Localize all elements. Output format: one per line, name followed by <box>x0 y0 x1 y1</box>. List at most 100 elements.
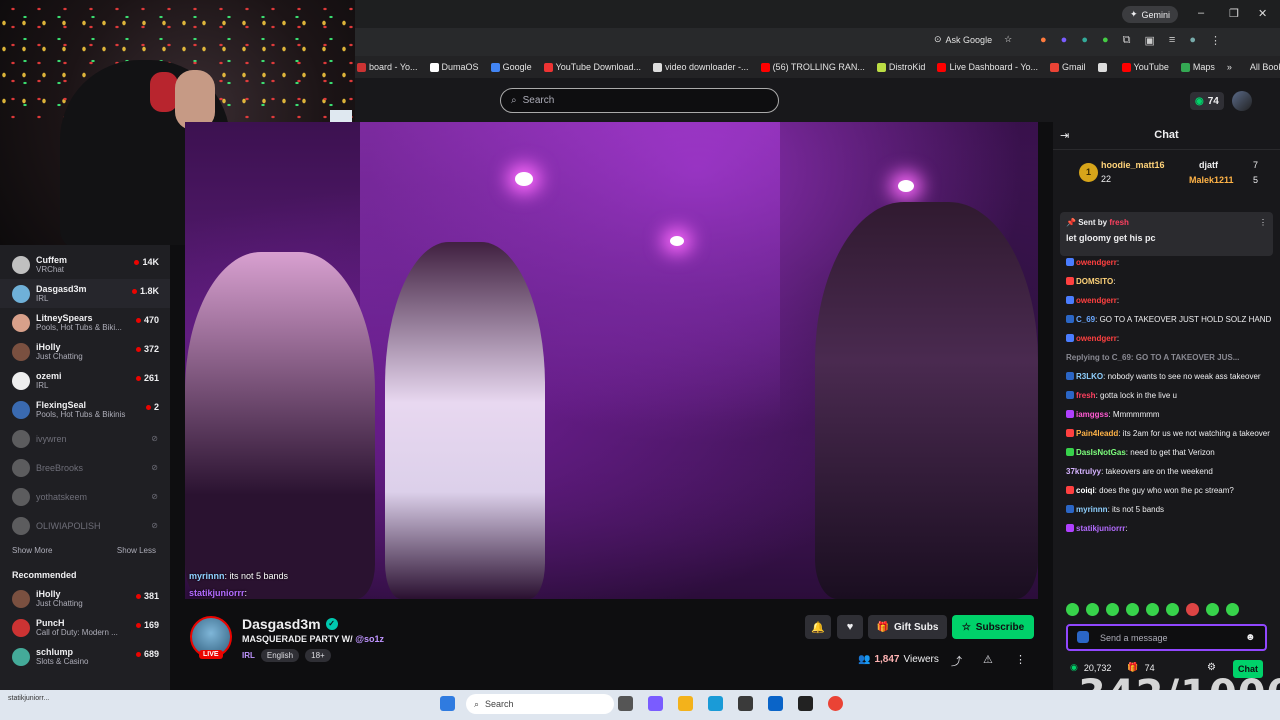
chat-username[interactable]: coiqi <box>1076 486 1095 495</box>
bookmark-item[interactable]: Maps <box>1180 62 1215 72</box>
followed-channel-item[interactable]: BreeBrooks ⊘ <box>0 453 170 482</box>
channel-points-value[interactable]: 20,732 <box>1084 663 1112 673</box>
bookmark-item[interactable] <box>1097 62 1110 72</box>
emote-icon[interactable] <box>1186 603 1199 616</box>
puzzle-icon[interactable]: ⧉ <box>1123 34 1131 47</box>
streamer-name[interactable]: Dasgasd3m ✓ <box>242 616 338 632</box>
tag-language[interactable]: English <box>260 649 300 662</box>
followed-channel-item[interactable]: yothatskeem ⊘ <box>0 482 170 511</box>
gemini-button[interactable]: ✦ Gemini <box>1122 6 1179 23</box>
chat-message[interactable]: 37ktrulyy: takeovers are on the weekend <box>1066 467 1272 477</box>
heart-icon[interactable]: ♥ <box>837 615 863 639</box>
emote-icon[interactable] <box>1066 603 1079 616</box>
chat-username[interactable]: owendgerr <box>1076 296 1117 305</box>
chat-message[interactable]: iamggss: Mmmmmmm <box>1066 410 1272 420</box>
app-icon[interactable] <box>648 696 663 711</box>
emoji-picker-icon[interactable]: ☻ <box>1245 632 1256 643</box>
chat-message[interactable]: C_69: GO TO A TAKEOVER JUST HOLD SOLZ HA… <box>1066 315 1272 325</box>
gift-count-value[interactable]: 74 <box>1145 663 1155 673</box>
file-explorer-icon[interactable] <box>678 696 693 711</box>
emote-icon[interactable] <box>1126 603 1139 616</box>
chat-username[interactable]: fresh <box>1076 391 1096 400</box>
chat-message[interactable]: DOMSITO: <box>1066 277 1272 287</box>
followed-channel-item[interactable]: OLIWIAPOLISH ⊘ <box>0 511 170 540</box>
notification-bell-icon[interactable]: 🔔 <box>805 615 831 639</box>
chat-username[interactable]: owendgerr <box>1076 258 1117 267</box>
extension-icon[interactable]: ● <box>1102 34 1109 47</box>
bookmark-item[interactable]: board - Yo... <box>357 62 418 72</box>
bookmark-item[interactable]: DumaOS <box>429 62 479 72</box>
show-more-link[interactable]: Show More <box>12 546 52 560</box>
bookmark-item[interactable]: YouTube Download... <box>543 62 641 72</box>
bookmarks-overflow-icon[interactable]: » <box>1227 62 1232 72</box>
search-input[interactable]: ⌕ Search <box>500 88 779 113</box>
task-view-icon[interactable] <box>618 696 633 711</box>
store-icon[interactable] <box>738 696 753 711</box>
chat-username[interactable]: Pain4leadd <box>1076 429 1118 438</box>
chat-message[interactable]: coiqi: does the guy who won the pc strea… <box>1066 486 1272 496</box>
recommended-channel-item[interactable]: iHolly Just Chatting 381 <box>0 584 170 613</box>
windows-start-icon[interactable] <box>440 696 455 711</box>
all-bookmarks-button[interactable]: All Bookmarks <box>1250 62 1280 72</box>
chat-username[interactable]: C_69 <box>1076 315 1095 324</box>
tag-mature[interactable]: 18+ <box>305 649 331 662</box>
chat-username[interactable]: 37ktrulyy <box>1066 467 1101 476</box>
emote-icon[interactable] <box>1146 603 1159 616</box>
share-icon[interactable]: ⤴ <box>951 653 962 669</box>
followed-channel-item[interactable]: ozemi IRL 261 <box>0 366 170 395</box>
followed-channel-item[interactable]: Dasgasd3m IRL 1.8K <box>0 279 170 308</box>
channel-points-badge[interactable]: ◉ 74 <box>1190 92 1224 110</box>
bookmark-item[interactable]: Google <box>490 62 532 72</box>
video-player[interactable]: myrinnn: its not 5 bands statikjuniorrr: <box>185 122 1038 599</box>
chrome-icon[interactable] <box>828 696 843 711</box>
media-icon[interactable]: ▣ <box>1144 34 1154 47</box>
minimize-icon[interactable]: – <box>1198 7 1204 19</box>
emote-icon[interactable] <box>1166 603 1179 616</box>
avatar[interactable] <box>1232 91 1252 111</box>
collapse-chat-icon[interactable]: ⇥ <box>1060 129 1069 142</box>
chat-message[interactable]: statikjuniorrr: <box>1066 524 1272 534</box>
chat-username[interactable]: DasIsNotGas <box>1076 448 1126 457</box>
chat-username[interactable]: Replying to C_69: GO TO A TAKEOVER JUS..… <box>1066 353 1239 362</box>
more-options-icon[interactable]: ⋮ <box>1015 653 1026 666</box>
edge-icon[interactable] <box>708 696 723 711</box>
chat-message[interactable]: fresh: gotta lock in the live u <box>1066 391 1272 401</box>
chat-username[interactable]: myrinnn <box>1076 505 1108 514</box>
stream-title-mention[interactable]: @so1z <box>355 634 384 644</box>
chat-message[interactable]: owendgerr: <box>1066 296 1272 306</box>
more-options-icon[interactable]: ⋮ <box>1259 218 1267 227</box>
chat-message[interactable]: owendgerr: <box>1066 334 1272 344</box>
bookmark-item[interactable]: Live Dashboard - Yo... <box>937 62 1038 72</box>
emote-icon[interactable] <box>1226 603 1239 616</box>
followed-channel-item[interactable]: Cuffem VRChat 14K <box>0 250 170 279</box>
bookmark-item[interactable]: DistroKid <box>876 62 925 72</box>
extension-icon[interactable]: ● <box>1040 34 1047 47</box>
chat-username[interactable]: R3LKO <box>1076 372 1103 381</box>
bookmark-item[interactable]: video downloader -... <box>653 62 749 72</box>
chat-username[interactable]: iamggss <box>1076 410 1108 419</box>
bookmark-star-icon[interactable]: ☆ <box>1004 34 1012 45</box>
chat-message[interactable]: DasIsNotGas: need to get that Verizon <box>1066 448 1272 458</box>
menu-icon[interactable]: ≡ <box>1169 34 1175 47</box>
extension-icon[interactable]: ● <box>1061 34 1068 47</box>
chat-message[interactable]: Replying to C_69: GO TO A TAKEOVER JUS..… <box>1066 353 1272 363</box>
more-icon[interactable]: ⋮ <box>1210 34 1221 47</box>
subscribe-button[interactable]: ☆ Subscribe <box>952 615 1034 639</box>
outlook-icon[interactable] <box>768 696 783 711</box>
chat-username[interactable]: owendgerr <box>1076 334 1117 343</box>
followed-channel-item[interactable]: LitneySpears Pools, Hot Tubs & Biki... 470 <box>0 308 170 337</box>
ask-google-button[interactable]: ⊙ Ask Google ☆ <box>934 34 1012 45</box>
chat-username[interactable]: DOMSITO <box>1076 277 1113 286</box>
chat-input[interactable]: Send a message <box>1066 624 1267 651</box>
chat-username[interactable]: statikjuniorrr <box>1076 524 1125 533</box>
followed-channel-item[interactable]: ivywren ⊘ <box>0 424 170 453</box>
emote-icon[interactable] <box>1106 603 1119 616</box>
close-icon[interactable]: ✕ <box>1258 7 1267 20</box>
emote-icon[interactable] <box>1086 603 1099 616</box>
chat-message[interactable]: R3LKO: nobody wants to see no weak ass t… <box>1066 372 1272 382</box>
recommended-channel-item[interactable]: schlump Slots & Casino 689 <box>0 642 170 671</box>
bookmark-item[interactable]: YouTube <box>1121 62 1169 72</box>
recommended-channel-item[interactable]: PuncH Call of Duty: Modern ... 169 <box>0 613 170 642</box>
taskbar-search[interactable]: ⌕ Search <box>466 694 614 714</box>
stream-category[interactable]: IRL <box>242 651 255 660</box>
